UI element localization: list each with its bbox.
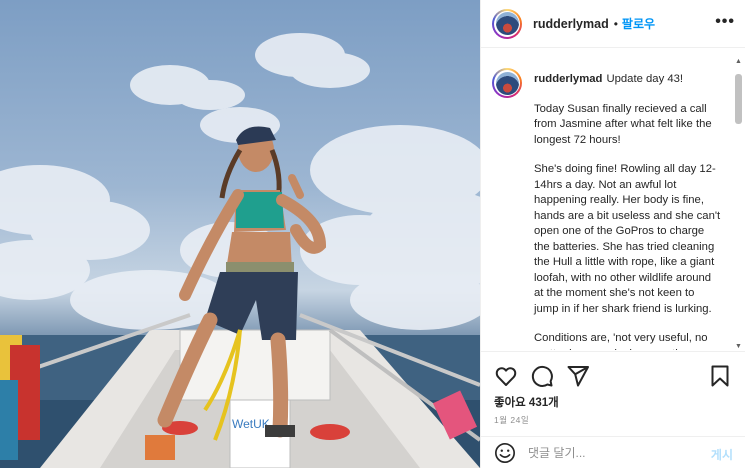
post-header: rudderlymad • 팔로우 ••• (481, 0, 745, 48)
smiley-icon[interactable] (494, 442, 516, 464)
boat-logo-text: WetUK (232, 417, 270, 431)
avatar-image (495, 12, 519, 35)
post-side-panel: rudderlymad • 팔로우 ••• rudderlymad Update … (480, 0, 745, 468)
caption-avatar-image (495, 71, 519, 95)
scroll-down-arrow-icon[interactable]: ▼ (735, 343, 742, 350)
caption-first-paragraph: rudderlymad Update day 43! (534, 72, 722, 88)
more-options-icon[interactable]: ••• (715, 13, 735, 31)
action-icons (494, 364, 590, 388)
caption-username[interactable]: rudderlymad (534, 73, 602, 85)
hatch-right (310, 424, 350, 440)
comment-bar: 게시 (481, 436, 745, 469)
post-actions: 좋아요 431개 1월 24일 게시 (481, 351, 745, 468)
likes-count[interactable]: 좋아요 431개 (494, 394, 559, 410)
scroll-up-arrow-icon[interactable]: ▲ (735, 58, 742, 65)
post-comment-button[interactable]: 게시 (711, 446, 733, 463)
heart-icon[interactable] (494, 364, 518, 388)
post-date[interactable]: 1월 24일 (494, 414, 529, 426)
caption-paragraph-3: Conditions are, 'not very useful, no mat… (534, 332, 708, 350)
bookmark-icon[interactable] (708, 364, 732, 388)
scroll-thumb[interactable] (735, 74, 742, 124)
caption-paragraph-0: Update day 43! (606, 73, 684, 85)
caption-avatar[interactable] (492, 68, 522, 98)
photo-illustration: WetUK (0, 33, 480, 468)
comment-input[interactable] (526, 445, 700, 461)
follow-button[interactable]: 팔로우 (622, 15, 655, 32)
comment-icon[interactable] (530, 364, 554, 388)
caption-scroll-area[interactable]: rudderlymad Update day 43! Today Susan fi… (481, 48, 745, 350)
avatar[interactable] (492, 8, 522, 39)
caption-avatar-wrap (492, 68, 522, 98)
post-photo[interactable]: WetUK (0, 0, 480, 468)
instagram-post-modal: WetUK rudderlymad • 팔로우 ••• rudderlymad … (0, 0, 745, 468)
header-separator: • (613, 16, 618, 31)
scrollbar[interactable]: ▲ ▼ (734, 56, 743, 350)
caption-paragraph-2: She's doing fine! Rowling all day 12-14h… (534, 163, 721, 315)
caption-paragraph-1: Today Susan finally recieved a call from… (534, 102, 712, 146)
caption-text: rudderlymad Update day 43! Today Susan fi… (534, 72, 722, 350)
header-username[interactable]: rudderlymad (533, 17, 609, 31)
share-icon[interactable] (566, 364, 590, 388)
